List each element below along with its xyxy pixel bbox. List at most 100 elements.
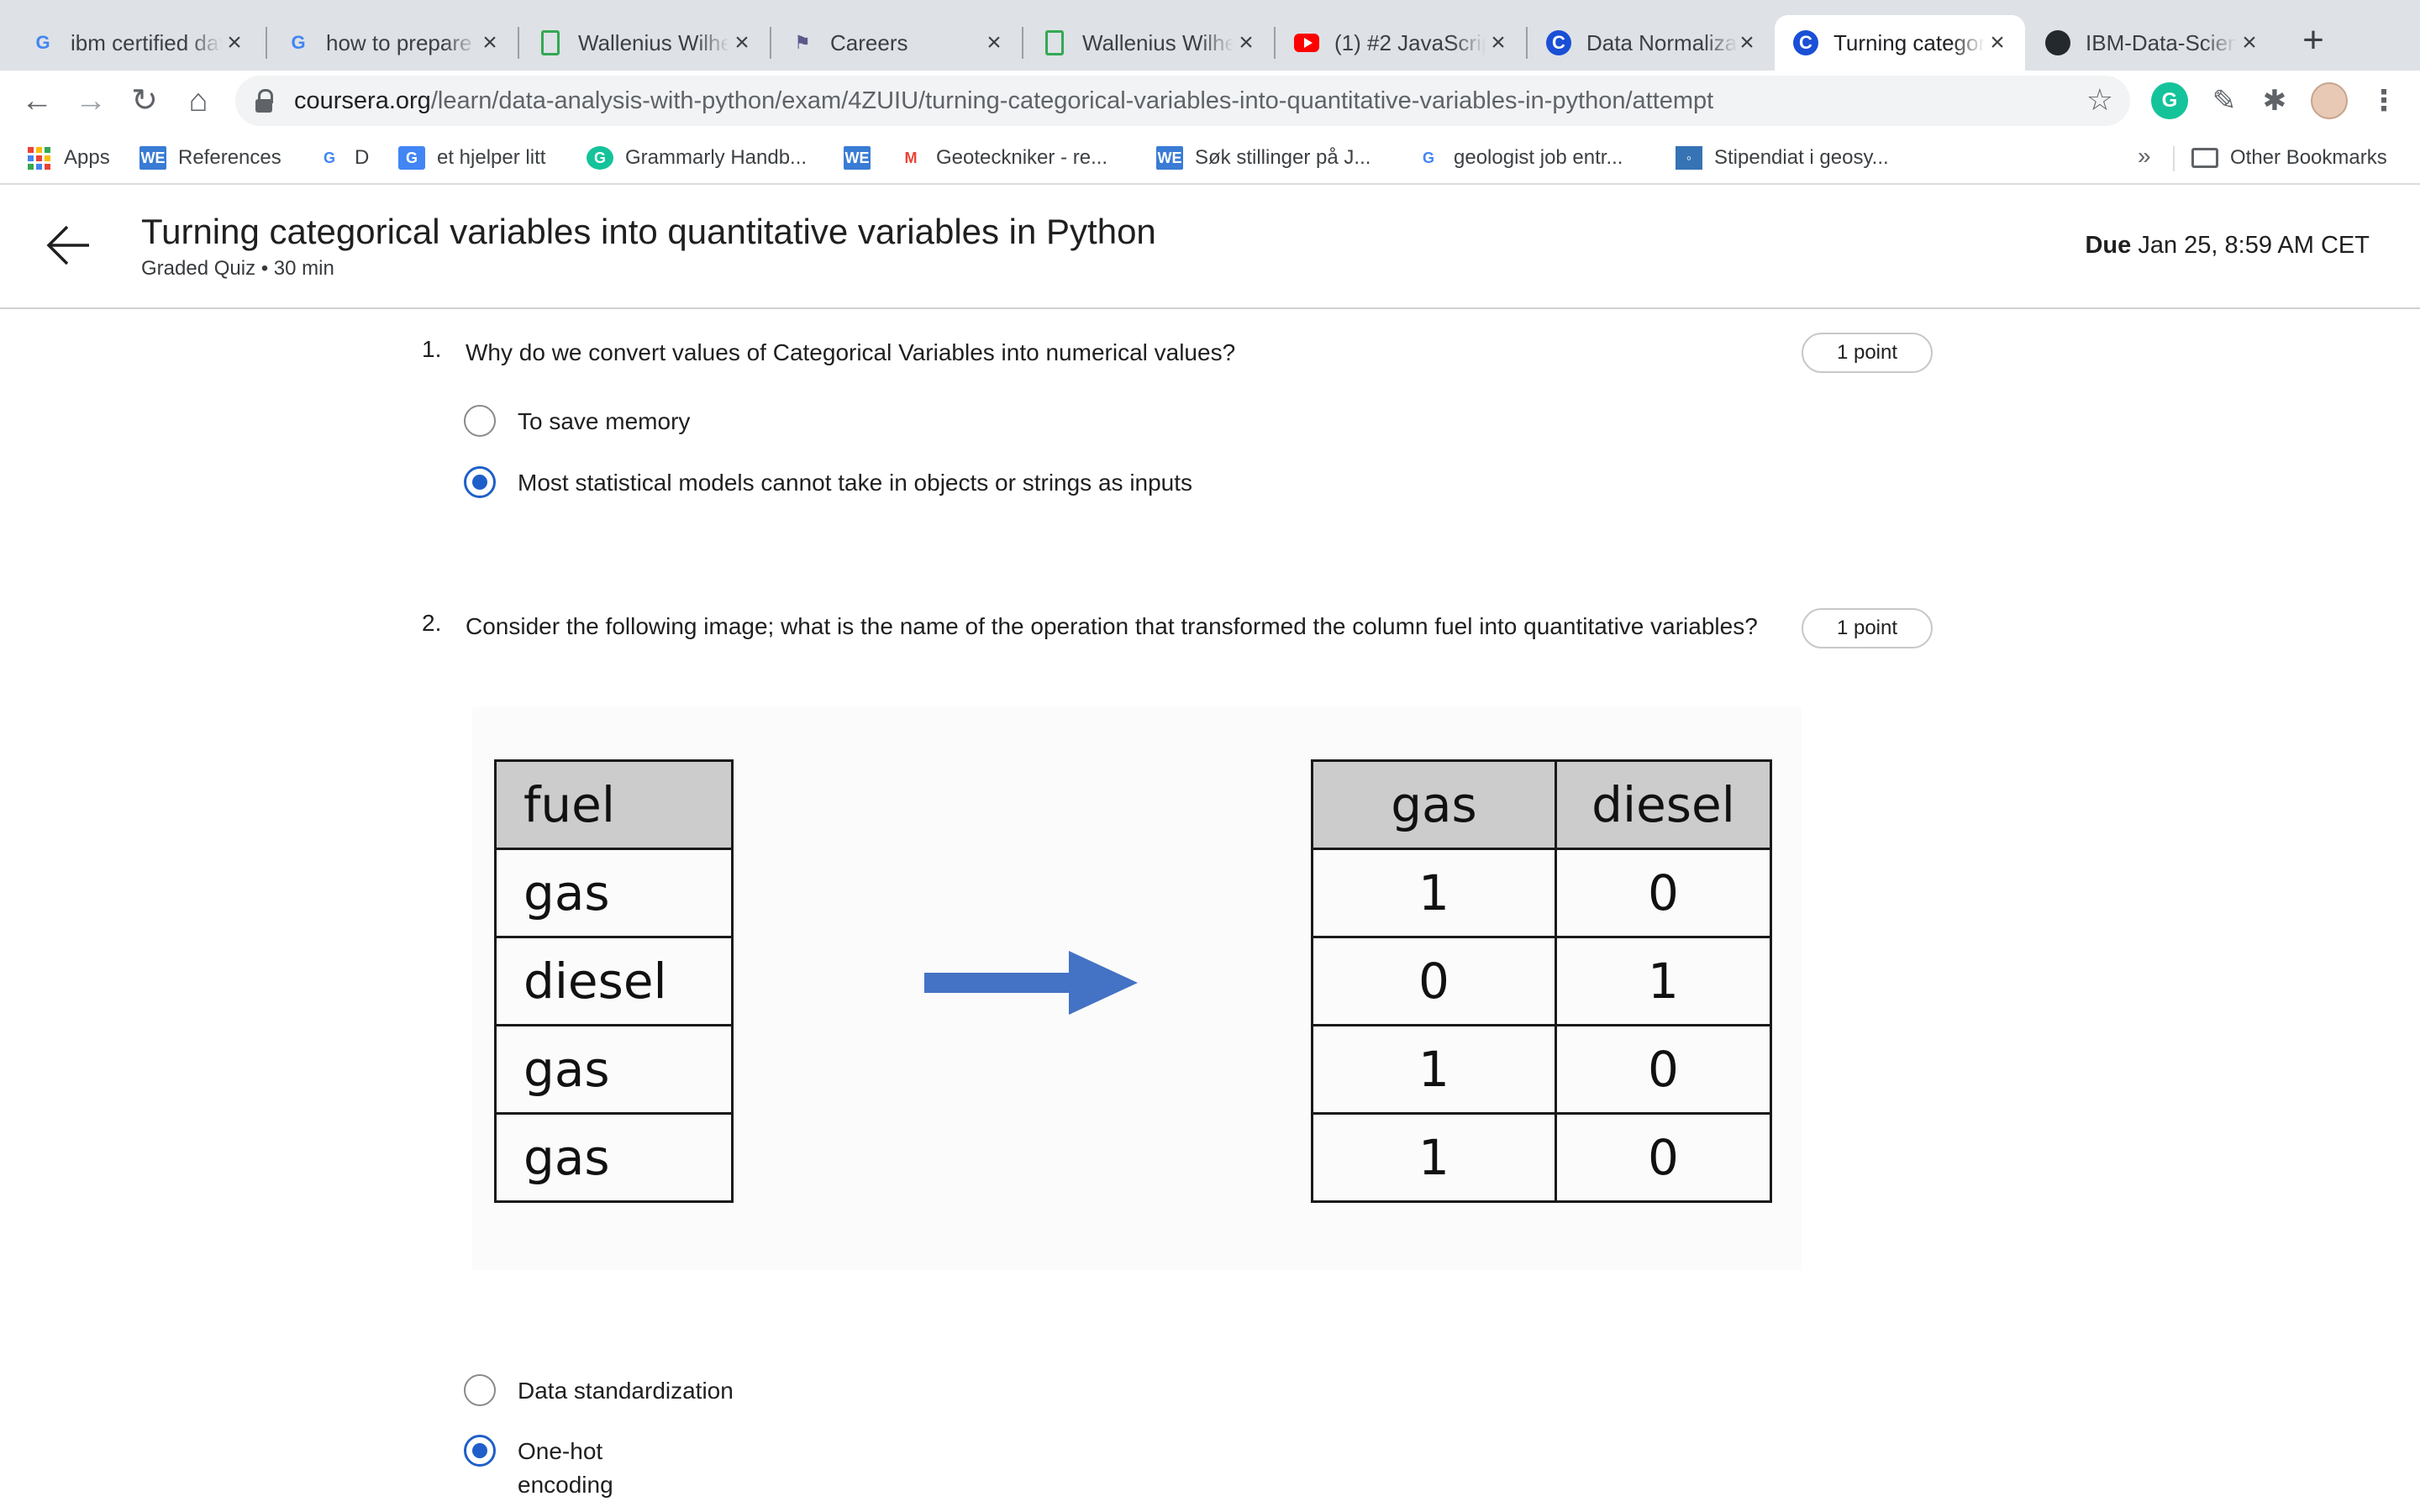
youtube-icon [1294,30,1319,55]
tab-how-to-prepare[interactable]: G how to prepare × [267,15,518,71]
bookmark-geoteckniker[interactable]: M Geoteckniker - re... [897,141,1108,175]
bookmark-label: Other Bookmarks [2230,146,2387,169]
bookmark-other-bookmarks[interactable]: Other Bookmarks [2191,141,2387,175]
we-icon: WE [139,146,166,170]
table-cell: 0 [1311,936,1557,1026]
tab-ibm-certified[interactable]: G ibm certified data × [12,15,262,71]
bookmark-label: Geoteckniker - re... [936,146,1108,169]
github-icon [2045,30,2070,55]
table-cell: 0 [1555,1112,1772,1203]
bookmark-stipendiat[interactable]: ◦ Stipendiat i geosy... [1676,141,1889,175]
table-header: diesel [1555,759,1772,850]
tab-wallenius-1[interactable]: Wallenius Wilhelmsen × [519,15,770,71]
table-cell: diesel [494,936,734,1026]
quiz-title: Turning categorical variables into quant… [141,212,1156,251]
address-bar[interactable]: coursera.org/learn/data-analysis-with-py… [235,76,2130,126]
quiz-subtitle: Graded Quiz • 30 min [141,257,334,280]
apps-grid-icon [25,146,52,170]
translate-icon: G [398,146,425,170]
table-cell: gas [494,1024,734,1115]
back-arrow-icon[interactable] [44,220,94,270]
tab-javascript-video[interactable]: (1) #2 JavaScript × [1276,15,1526,71]
lock-icon [255,89,274,113]
close-tab-icon[interactable]: × [726,27,758,59]
bookmark-et-hjelper-litt[interactable]: G et hjelper litt [398,141,545,175]
table-cell: 1 [1311,1024,1557,1115]
answer-option-selected[interactable]: One-hot encoding [464,1435,652,1502]
bookmark-references[interactable]: WE References [139,141,281,175]
bookmark-geologist-job[interactable]: G geologist job entr... [1415,141,1623,175]
back-arrow-icon[interactable]: ← [17,81,57,121]
option-label: To save memory [518,408,691,434]
google-icon: G [291,32,306,53]
tab-ibm-data-science[interactable]: IBM-Data-Science × [2027,15,2277,71]
bookmark-label: et hjelper litt [437,146,546,169]
answer-option[interactable]: To save memory [464,405,690,438]
reload-icon[interactable]: ↻ [124,81,165,121]
browser-toolbar: ← → ↻ ⌂ coursera.org/learn/data-analysis… [0,71,2420,131]
radio-button[interactable] [464,1374,496,1406]
answer-option[interactable]: Data standardization [464,1374,734,1408]
tab-wallenius-2[interactable]: Wallenius Wilhelmsen × [1023,15,1274,71]
table-header: fuel [494,759,734,850]
close-tab-icon[interactable]: × [1981,27,2013,59]
eyedropper-extension-icon[interactable]: ✎ [2206,82,2243,119]
bookmark-label: Grammarly Handb... [625,146,808,169]
question-number: 2. [422,610,442,636]
close-tab-icon[interactable]: × [1731,27,1763,59]
table-cell: gas [494,1112,734,1203]
bookmark-sok-stillinger[interactable]: WE Søk stillinger på J... [1156,141,1370,175]
home-icon[interactable]: ⌂ [178,81,218,121]
bookmark-we[interactable]: WE [844,141,882,175]
grammarly-icon: G [587,146,613,170]
chrome-menu-icon[interactable]: ⋮ [2365,82,2402,119]
bookmark-star-icon[interactable]: ☆ [2086,82,2113,118]
close-tab-icon[interactable]: × [218,27,250,59]
bookmarks-overflow-chevron-icon[interactable]: » [2138,143,2151,170]
tab-title: Turning categorical [1833,29,1985,55]
table-cell: 0 [1555,1024,1772,1115]
google-icon: G [35,32,50,53]
question-text: Why do we convert values of Categorical … [466,339,1236,365]
table-cell: 0 [1555,848,1772,938]
google-icon: G [323,149,335,166]
profile-avatar[interactable] [2311,82,2348,119]
option-label: Most statistical models cannot take in o… [518,470,1193,496]
we-icon: WE [1156,146,1183,170]
new-tab-plus-icon[interactable]: + [2294,22,2333,60]
radio-button-selected[interactable] [464,1435,496,1467]
bookmark-label: Stipendiat i geosy... [1714,146,1889,169]
close-tab-icon[interactable]: × [2233,27,2265,59]
bookmark-grammarly-handbook[interactable]: G Grammarly Handb... [587,141,807,175]
tab-data-normalization[interactable]: C Data Normalization × [1528,15,1775,71]
tab-turning-categorical-active[interactable]: C Turning categorical × [1775,15,2025,71]
bookmark-apps[interactable]: Apps [25,141,110,175]
forward-arrow-icon[interactable]: → [71,81,111,121]
option-label: Data standardization [518,1378,734,1404]
flag-icon: ⚑ [794,32,811,53]
document-icon [538,30,563,55]
bookmark-label: geologist job entr... [1454,146,1623,169]
close-tab-icon[interactable]: × [474,27,506,59]
coursera-icon: C [1546,30,1571,55]
bookmark-label: Søk stillinger på J... [1195,146,1371,169]
bookmark-label: D [355,146,370,169]
answer-option-selected[interactable]: Most statistical models cannot take in o… [464,466,1192,500]
fuel-table: fuel gas diesel gas gas [494,759,734,1203]
extensions-puzzle-icon[interactable]: ✱ [2256,82,2293,119]
google-icon: G [1422,149,1434,166]
tab-title: Careers [830,29,908,55]
question-figure: fuel gas diesel gas gas gas diesel 10 01… [472,707,1802,1270]
close-tab-icon[interactable]: × [978,27,1010,59]
tab-careers[interactable]: ⚑ Careers × [771,15,1022,71]
radio-button[interactable] [464,405,496,437]
table-cell: 1 [1311,848,1557,938]
document-icon [1042,30,1067,55]
close-tab-icon[interactable]: × [1230,27,1262,59]
bookmark-d[interactable]: G D [316,141,369,175]
grammarly-extension-icon[interactable]: G [2151,82,2188,119]
tab-title: (1) #2 JavaScript [1334,29,1486,55]
bookmark-label: Apps [64,146,110,169]
close-tab-icon[interactable]: × [1482,27,1514,59]
radio-button-selected[interactable] [464,466,496,498]
